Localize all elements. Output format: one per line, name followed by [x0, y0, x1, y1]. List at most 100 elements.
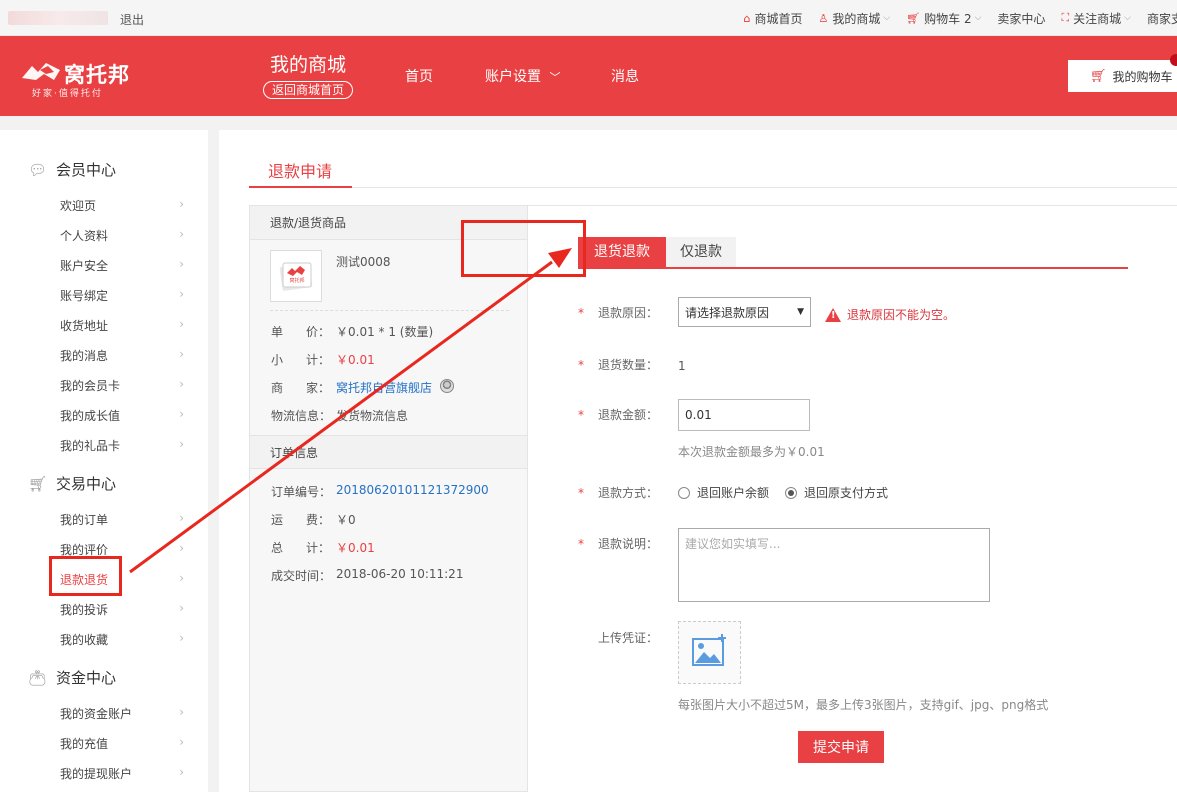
qr-icon: ⛶ — [1061, 11, 1070, 24]
sidebar-item-label: 我的投诉 — [60, 603, 109, 617]
top-link-cart[interactable]: 🛒︎ 购物车 2 ⌵ — [906, 10, 981, 27]
sidebar-item-withdraw-account[interactable]: 我的提现账户 › — [60, 765, 184, 782]
sidebar-item-label: 账号绑定 — [60, 289, 109, 303]
sidebar-item-fund-account[interactable]: 我的资金账户 › — [60, 705, 184, 722]
total-row: 总 计： ￥0.01 — [271, 539, 375, 556]
upload-image-button[interactable] — [678, 621, 741, 684]
order-number-link[interactable]: 20180620101121372900 — [336, 483, 489, 500]
amount-label: 退款金额： — [598, 408, 659, 422]
customer-service-icon[interactable] — [440, 379, 455, 393]
nav-account-settings[interactable]: 账户设置 ﹀ — [485, 66, 560, 86]
reason-select-value: 请选择退款原因 — [685, 305, 770, 320]
top-link-label: 卖家中心 — [997, 11, 1046, 26]
quantity-value: 1 — [678, 359, 686, 373]
freight-row: 运 费： ￥0 — [271, 511, 356, 528]
label-char: 家： — [305, 381, 330, 395]
logo[interactable]: 窝托邦 好家·值得托付 — [20, 54, 135, 100]
sidebar-item-label: 我的充值 — [60, 737, 109, 751]
sidebar-item-profile[interactable]: 个人资料 › — [60, 227, 184, 244]
product-name[interactable]: 测试0008 — [336, 253, 391, 270]
chevron-down-icon: ⌵ — [1124, 13, 1131, 23]
logout-link[interactable]: 退出 — [120, 11, 144, 28]
sidebar-item-favorites[interactable]: 我的收藏 › — [60, 631, 184, 648]
chevron-down-icon: ﹀ — [549, 71, 561, 84]
product-thumb-logo: 窝托邦 — [289, 277, 304, 284]
chevron-right-icon: › — [179, 705, 184, 719]
top-link-seller-center[interactable]: 卖家中心 — [997, 10, 1045, 27]
radio-label[interactable]: 退回原支付方式 — [804, 484, 888, 501]
sidebar-item-complaints[interactable]: 我的投诉 › — [60, 601, 184, 618]
nav-label: 账户设置 — [485, 69, 541, 85]
tab-return-and-refund[interactable]: 退货退款 — [578, 237, 666, 267]
tab-refund-only[interactable]: 仅退款 — [666, 237, 736, 267]
sidebar-item-security[interactable]: 账户安全 › — [60, 257, 184, 274]
page-title: 退款申请 — [268, 162, 333, 181]
sidebar-item-recharge[interactable]: 我的充值 › — [60, 735, 184, 752]
nav-home[interactable]: 首页 — [405, 66, 433, 86]
top-link-merchant[interactable]: 商家支 — [1147, 10, 1177, 27]
sidebar-item-welcome[interactable]: 欢迎页 › — [60, 197, 184, 214]
cart-badge — [1170, 54, 1177, 66]
required-mark: * — [578, 536, 584, 551]
sidebar-item-gift-card[interactable]: 我的礼品卡 › — [60, 437, 184, 454]
freight-value: ￥0 — [336, 513, 356, 527]
sidebar-item-orders[interactable]: 我的订单 › — [60, 511, 184, 528]
chevron-right-icon: › — [179, 407, 184, 421]
merchant-link[interactable]: 窝托邦自营旗舰店 — [336, 379, 432, 396]
radio-original-payment[interactable] — [785, 486, 798, 499]
sidebar-item-label: 我的会员卡 — [60, 379, 121, 393]
chevron-right-icon: › — [179, 197, 184, 211]
deal-time-label: 成交时间： — [271, 569, 332, 583]
product-image-icon: 窝托邦 — [279, 262, 313, 291]
freight-label: 运 费： — [271, 511, 336, 528]
radio-account-balance[interactable] — [678, 486, 690, 499]
warning-icon: ! — [825, 307, 841, 322]
sidebar-item-label: 我的收藏 — [60, 633, 109, 647]
refund-form: 退货退款 仅退款 * 退款原因： 请选择退款原因 ▼ ! 退款原因不能为空。 *… — [528, 205, 1177, 792]
chevron-right-icon: › — [179, 227, 184, 241]
quantity-row: * 退货数量： — [578, 356, 678, 373]
reason-error: ! 退款原因不能为空。 — [825, 306, 955, 323]
reason-select[interactable]: 请选择退款原因 ▼ — [678, 297, 811, 327]
sidebar-item-member-card[interactable]: 我的会员卡 › — [60, 377, 184, 394]
logo-name: 窝托邦 — [64, 63, 130, 87]
nav-messages[interactable]: 消息 — [611, 66, 639, 86]
description-textarea[interactable]: 建议您如实填写... — [678, 528, 990, 602]
dropdown-arrow-icon: ▼ — [797, 307, 804, 317]
sidebar-item-address[interactable]: 收货地址 › — [60, 317, 184, 334]
main-panel: 退款申请 退款/退货商品 窝托邦 测试0008 单价： ￥0.01 * 1 (数… — [219, 130, 1177, 792]
section-title-label: 交易中心 — [56, 475, 117, 493]
unit-price-value: ￥0.01 * 1 (数量) — [336, 325, 434, 339]
tab-annotation-box — [461, 220, 586, 277]
label-char: 单 — [271, 325, 284, 339]
chat-icon: 💬︎ — [28, 160, 48, 179]
chevron-right-icon: › — [179, 377, 184, 391]
sidebar-item-binding[interactable]: 账号绑定 › — [60, 287, 184, 304]
required-mark: * — [578, 305, 584, 320]
amount-input[interactable]: 0.01 — [678, 399, 810, 431]
chevron-right-icon: › — [179, 571, 184, 585]
label-char: 总 — [271, 541, 284, 555]
title-underline — [249, 186, 352, 188]
submit-button[interactable]: 提交申请 — [798, 731, 884, 763]
my-cart-button[interactable]: 🛒︎ 我的购物车 — [1068, 60, 1177, 92]
sidebar-item-messages[interactable]: 我的消息 › — [60, 347, 184, 364]
add-image-icon — [692, 634, 726, 666]
product-thumbnail[interactable]: 窝托邦 — [270, 250, 322, 302]
username-blurred[interactable] — [8, 11, 108, 25]
deal-time-row: 成交时间： 2018-06-20 10:11:21 — [271, 567, 463, 584]
chevron-right-icon: › — [179, 631, 184, 645]
amount-hint: 本次退款金额最多为￥0.01 — [678, 445, 825, 459]
radio-label[interactable]: 退回账户余额 — [697, 484, 769, 501]
sidebar-item-label: 我的礼品卡 — [60, 439, 121, 453]
sidebar-item-label: 个人资料 — [60, 229, 109, 243]
chevron-right-icon: › — [179, 601, 184, 615]
sidebar-item-growth[interactable]: 我的成长值 › — [60, 407, 184, 424]
top-link-follow-mall[interactable]: ⛶ 关注商城 ⌵ — [1061, 10, 1131, 27]
chevron-right-icon: › — [179, 347, 184, 361]
label-char: 费： — [305, 513, 330, 527]
top-link-mall-home[interactable]: ⌂ 商城首页 — [743, 10, 802, 27]
back-to-mall-button[interactable]: 返回商城首页 — [262, 81, 353, 99]
top-link-my-mall[interactable]: ♙ 我的商城 ⌵ — [818, 10, 890, 27]
chevron-right-icon: › — [179, 735, 184, 749]
